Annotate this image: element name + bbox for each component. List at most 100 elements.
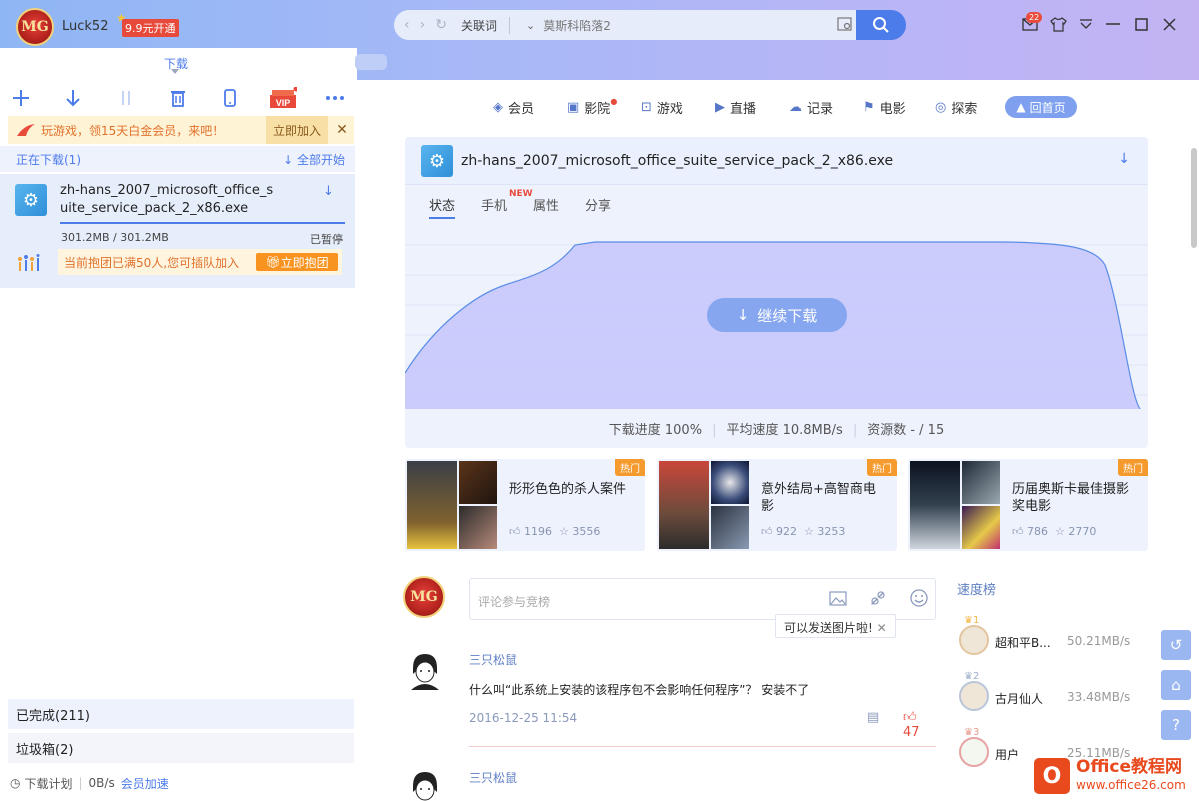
group-buy-box: 当前抱团已满50人,您可插队加入 🎁︎ 立即抱团 [58, 249, 342, 275]
speed-rank-title: 速度榜 [957, 583, 997, 598]
tv-icon: ▶ [715, 100, 725, 115]
comment-like-button[interactable]: 👍︎ 47 [903, 710, 936, 740]
user-name[interactable]: Luck52 [62, 19, 108, 34]
film-icon: ▣ [567, 100, 580, 115]
poster-image [407, 461, 457, 549]
completed-section[interactable]: 已完成(211) [8, 699, 354, 729]
rank-place: 3 [972, 727, 980, 738]
game-promo-bar: 玩游戏，领15天白金会员，来吧！ 立即加入 ✕ [8, 116, 354, 144]
crown-icon: ♛3 [964, 727, 980, 738]
card-meta: 👍︎ 922 ☆ 3253 [761, 525, 845, 538]
mail-count-badge: 22 [1026, 12, 1043, 23]
start-download-icon[interactable] [61, 86, 85, 110]
movie-collection-card[interactable]: 历届奥斯卡最佳摄影奖电影 热门 👍︎ 786 ☆ 2770 [908, 459, 1148, 551]
delete-icon[interactable] [166, 86, 190, 110]
hot-badge: 热门 [615, 459, 645, 476]
tab-status[interactable]: 状态 [429, 195, 456, 219]
user-avatar[interactable]: MG [16, 8, 54, 46]
nav-label: 直播 [730, 102, 757, 117]
star-icon: ☆ [804, 525, 818, 538]
phone-icon[interactable] [218, 86, 242, 110]
search-input[interactable]: 莫斯科陷落2 [543, 17, 611, 34]
avatar-logo-text: MG [410, 589, 438, 605]
minimize-icon[interactable] [1103, 14, 1123, 34]
nav-item-records[interactable]: ☁ 记录 [789, 98, 833, 117]
resume-download-button[interactable]: ↓ 继续下载 [707, 298, 847, 332]
tooltip-close-button[interactable]: ✕ [877, 621, 887, 635]
forward-arrow-icon[interactable]: › [420, 17, 426, 33]
nav-item-games[interactable]: ⊡ 游戏 [641, 98, 683, 117]
rank-item[interactable]: ♛2 古月仙人 33.48MB/s [957, 671, 1147, 719]
refresh-icon[interactable]: ↻ [435, 17, 447, 33]
chevron-down-icon[interactable]: ⌄ [526, 19, 535, 32]
tab-share[interactable]: 分享 [585, 195, 611, 219]
nav-item-movies[interactable]: ⚑ 电影 [863, 98, 906, 117]
download-task-item[interactable]: ⚙ zh-hans_2007_microsoft_office_suite_se… [0, 174, 355, 288]
image-search-icon[interactable] [837, 17, 852, 31]
more-icon[interactable] [323, 86, 347, 110]
address-bar[interactable]: ‹ › ↻ 关联词 ⌄ 莫斯科陷落2 [394, 10, 862, 40]
rank-item[interactable]: ♛1 超和平B... 50.21MB/s [957, 615, 1147, 663]
group-buy-button[interactable]: 🎁︎ 立即抱团 [256, 253, 338, 271]
close-icon[interactable] [1159, 14, 1179, 34]
skin-tshirt-icon[interactable] [1048, 14, 1068, 34]
home-button[interactable]: ▲ 回首页 [1005, 96, 1077, 118]
thunder-app-window: MG Luck52 ★ 9.9元开通 ‹ › ↻ 关联词 ⌄ 莫斯科陷落2 22 [0, 0, 1199, 801]
movie-collection-card[interactable]: 形形色色的杀人案件 热门 👍︎ 1196 ☆ 3556 [405, 459, 645, 551]
maximize-icon[interactable] [1131, 14, 1151, 34]
downloading-header: 正在下载(1) ↓ 全部开始 [0, 146, 355, 172]
vip-gift-icon[interactable]: VIP [268, 86, 298, 110]
vip-open-badge[interactable]: 9.9元开通 [122, 19, 179, 37]
tab-phone[interactable]: 手机 [481, 195, 507, 219]
installer-gear-icon: ⚙ [15, 184, 47, 216]
nav-item-member[interactable]: ◈ 会员 [493, 98, 534, 117]
detail-header: ⚙ zh-hans_2007_microsoft_office_suite_se… [405, 137, 1148, 185]
task-download-icon[interactable]: ↓ [323, 184, 334, 199]
home-side-icon[interactable]: ⌂ [1161, 670, 1191, 700]
scrollbar[interactable] [1191, 148, 1197, 248]
search-button[interactable] [856, 10, 906, 40]
download-plan-link[interactable]: 下载计划 [24, 775, 72, 792]
card-likes: 1196 [524, 525, 552, 538]
nav-item-cinema[interactable]: ▣ 影院 ● [567, 97, 617, 117]
feedback-icon[interactable]: ↺ [1161, 630, 1191, 660]
reply-icon[interactable]: ▤ [867, 710, 879, 725]
tab-properties[interactable]: 属性 [533, 195, 559, 219]
download-tab[interactable]: 下载 [0, 48, 350, 80]
member-accel-link[interactable]: 会员加速 [121, 775, 169, 792]
trash-section[interactable]: 垃圾箱(2) [8, 733, 354, 763]
link-icon[interactable] [870, 590, 886, 606]
new-tab-button[interactable] [355, 54, 387, 70]
rank-avatar [959, 625, 989, 655]
back-arrow-icon[interactable]: ‹ [404, 17, 410, 33]
detail-download-icon[interactable]: ↓ [1118, 151, 1130, 167]
my-avatar: MG [403, 576, 445, 618]
dish-icon: ⚑ [863, 100, 875, 115]
menu-icon[interactable] [1076, 14, 1096, 34]
poster-image [711, 506, 749, 549]
nav-label: 会员 [508, 102, 535, 117]
add-task-icon[interactable] [9, 86, 33, 110]
pause-icon[interactable] [114, 86, 138, 110]
installer-gear-icon: ⚙ [421, 145, 453, 177]
nav-item-explore[interactable]: ◎ 探索 [935, 98, 977, 117]
nav-label: 记录 [807, 102, 834, 117]
downloading-title[interactable]: 正在下载(1) [16, 151, 81, 168]
nav-label: 游戏 [656, 102, 683, 117]
emoji-icon[interactable] [910, 589, 928, 607]
rank-place: 2 [972, 671, 980, 682]
promo-close-button[interactable]: ✕ [330, 116, 354, 144]
comment-username[interactable]: 三只松鼠 [469, 651, 517, 668]
comment-username[interactable]: 三只松鼠 [469, 769, 517, 786]
crowd-icon [18, 254, 40, 271]
task-filename: zh-hans_2007_microsoft_office_suite_serv… [60, 183, 274, 216]
keyword-label[interactable]: 关联词 [461, 16, 510, 34]
movie-collection-card[interactable]: 意外结局+高智商电影 热门 👍︎ 922 ☆ 3253 [657, 459, 897, 551]
promo-join-button[interactable]: 立即加入 [266, 116, 328, 144]
help-icon[interactable]: ? [1161, 710, 1191, 740]
gift-icon: 🎁︎ [265, 255, 281, 269]
image-upload-icon[interactable] [829, 591, 847, 606]
start-all-button[interactable]: ↓ 全部开始 [283, 151, 345, 168]
poster-image [459, 506, 497, 549]
nav-item-live[interactable]: ▶ 直播 [715, 98, 756, 117]
